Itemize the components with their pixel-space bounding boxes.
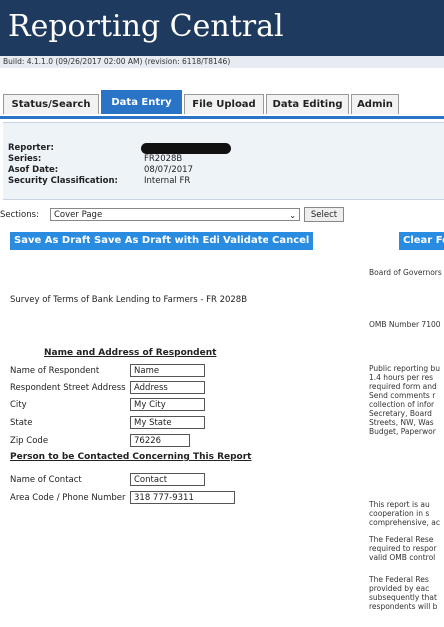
report-info-panel: Reporter: Series: FR2028B Asof Date: 08/… (3, 122, 444, 200)
asof-date-value: 08/07/2017 (144, 165, 193, 175)
state-label: State (10, 418, 33, 428)
sections-selected-value: Cover Page (54, 210, 103, 220)
app-header: Reporting Central (0, 0, 444, 56)
phone-input[interactable]: 318 777-9311 (130, 491, 235, 504)
sections-label: Sections: (0, 210, 39, 220)
series-label: Series: (8, 154, 42, 164)
security-classification-value: Internal FR (144, 176, 191, 186)
contact-name-label: Name of Contact (10, 475, 82, 485)
respondent-street-label: Respondent Street Address (10, 383, 126, 393)
asof-date-label: Asof Date: (8, 165, 59, 175)
confidentiality-line: respondents will b (369, 602, 438, 611)
phone-label: Area Code / Phone Number (10, 493, 126, 503)
main-tabs: Status/Search Data Entry File Upload Dat… (0, 88, 444, 119)
omb-control-line: valid OMB control (369, 553, 436, 562)
city-label: City (10, 400, 27, 410)
tab-status-search[interactable]: Status/Search (3, 94, 99, 114)
survey-title: Survey of Terms of Bank Lending to Farme… (10, 295, 248, 305)
omb-number-text: OMB Number 7100 (369, 320, 441, 329)
cancel-button[interactable]: Cancel (268, 232, 314, 250)
tab-admin[interactable]: Admin (351, 94, 399, 114)
burden-line: Budget, Paperwor (369, 427, 436, 436)
respondent-heading: Name and Address of Respondent (44, 348, 217, 358)
save-as-draft-button[interactable]: Save As Draft (10, 232, 96, 250)
contact-heading: Person to be Contacted Concerning This R… (10, 452, 252, 462)
respondent-street-input[interactable]: Address (130, 381, 205, 394)
app-title: Reporting Central (8, 9, 284, 44)
tab-file-upload[interactable]: File Upload (184, 94, 264, 114)
authorization-line: comprehensive, ac (369, 518, 440, 527)
contact-name-input[interactable]: Contact (130, 473, 205, 486)
respondent-name-label: Name of Respondent (10, 366, 100, 376)
tab-data-entry[interactable]: Data Entry (101, 90, 182, 114)
zip-code-input[interactable]: 76226 (130, 434, 190, 447)
reporter-redaction (141, 143, 231, 154)
clear-form-button[interactable]: Clear Fo (399, 232, 444, 250)
select-button[interactable]: Select (304, 207, 344, 222)
reporter-label: Reporter: (8, 143, 54, 153)
build-info: Build: 4.1.1.0 (09/26/2017 02:00 AM) (re… (0, 56, 444, 68)
security-classification-label: Security Classification: (8, 176, 118, 186)
state-input[interactable]: My State (130, 416, 205, 429)
city-input[interactable]: My City (130, 398, 205, 411)
respondent-name-input[interactable]: Name (130, 364, 205, 377)
zip-code-label: Zip Code (10, 436, 49, 446)
board-text: Board of Governors (369, 268, 442, 277)
sections-select[interactable]: Cover Page ⌄ (50, 208, 300, 221)
series-value: FR2028B (144, 154, 183, 164)
chevron-down-icon: ⌄ (289, 211, 296, 220)
validate-button[interactable]: Validate (219, 232, 274, 250)
save-as-draft-with-edits-button[interactable]: Save As Draft with Edits (90, 232, 235, 250)
tab-data-editing[interactable]: Data Editing (266, 94, 349, 114)
